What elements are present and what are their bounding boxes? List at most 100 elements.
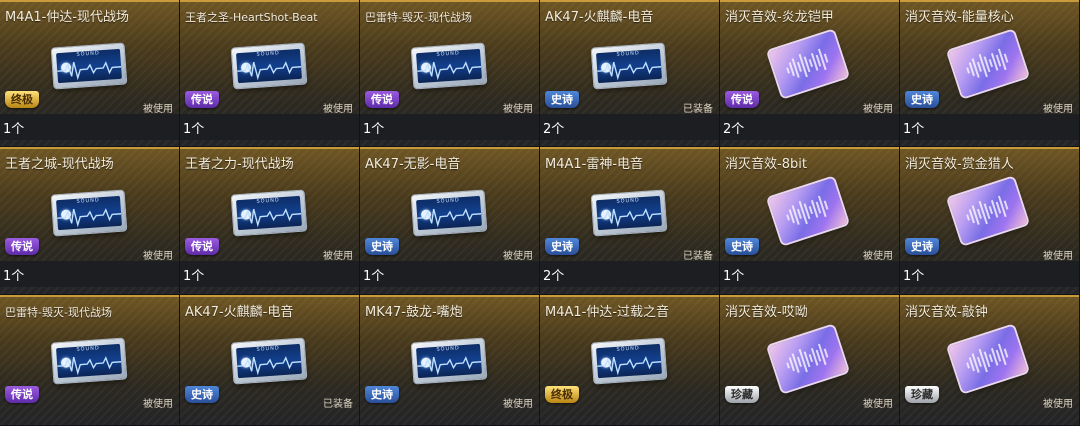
quantity-label: 1个 [363, 269, 385, 284]
sound-ticket-icon: SOUND [411, 338, 487, 384]
sound-ticket-icon: SOUND [591, 338, 667, 384]
rarity-badge: 珍藏 [905, 386, 939, 403]
item-card[interactable]: 消灭音效-敲钟 珍藏被使用 [900, 295, 1079, 425]
waveform-icon [237, 61, 302, 81]
item-title: M4A1-仲达-现代战场 [5, 10, 130, 25]
equalizer-icon [786, 343, 829, 373]
item-title: AK47-火麒麟-电音 [545, 10, 654, 25]
status-label: 被使用 [503, 251, 533, 262]
item-card[interactable]: 王者之城-现代战场 SOUND 传说 被使用 1个 [0, 147, 179, 294]
sound-ticket-icon: SOUND [231, 43, 307, 89]
status-label: 被使用 [1043, 251, 1073, 262]
status-label: 被使用 [1043, 104, 1073, 115]
waveform-icon [417, 208, 482, 228]
item-card[interactable]: 巴雷特-毁灭-现代战场 SOUND 传说 被使用 [0, 295, 179, 425]
status-label: 被使用 [863, 251, 893, 262]
waveform-icon [237, 208, 302, 228]
item-card[interactable]: 消灭音效-8bit 史诗被使用 1个 [720, 147, 899, 294]
rarity-badge: 史诗 [905, 238, 939, 255]
item-title: 巴雷特-毁灭-现代战场 [365, 11, 472, 24]
item-title: 消灭音效-能量核心 [905, 10, 1014, 25]
item-card[interactable]: 王者之力-现代战场 SOUND 传说 被使用 1个 [180, 147, 359, 294]
quantity-bar: 1个 [0, 261, 179, 287]
rarity-badge: 史诗 [905, 91, 939, 108]
status-label: 被使用 [143, 104, 173, 115]
quantity-label: 1个 [363, 122, 385, 137]
item-card[interactable]: AK47-火麒麟-电音 SOUND 史诗 已装备 2个 [540, 0, 719, 146]
item-card[interactable]: 消灭音效-炎龙铠甲 传说 被使用 2个 [720, 0, 899, 146]
item-card[interactable]: M4A1-仲达-过载之音 SOUND 终极 [540, 295, 719, 425]
sound-ticket-icon: SOUND [231, 338, 307, 384]
item-title: 王者之力-现代战场 [185, 157, 294, 172]
quantity-bar: 1个 [900, 114, 1079, 140]
status-label: 被使用 [863, 399, 893, 410]
equalizer-icon [966, 48, 1009, 78]
rarity-badge: 史诗 [725, 238, 759, 255]
status-label: 已装备 [323, 399, 353, 410]
quantity-label: 2个 [543, 122, 565, 137]
quantity-bar: 1个 [900, 261, 1079, 287]
holo-sound-card-icon [948, 325, 1028, 393]
rarity-badge: 珍藏 [725, 386, 759, 403]
waveform-icon [57, 208, 122, 228]
holo-sound-card-icon [768, 177, 848, 245]
quantity-bar: 1个 [360, 261, 539, 287]
quantity-label: 1个 [3, 122, 25, 137]
inventory-grid: M4A1-仲达-现代战场 SOUND 终极 被使用 1个 王者之圣-HeartShot-B… [0, 0, 1080, 426]
sound-ticket-icon: SOUND [591, 43, 667, 89]
quantity-bar: 1个 [360, 114, 539, 140]
sound-ticket-icon: SOUND [231, 190, 307, 236]
item-card[interactable]: 消灭音效-能量核心 史诗被使用 1个 [900, 0, 1079, 146]
item-title: AK47-无影-电音 [365, 157, 461, 172]
status-label: 被使用 [1043, 399, 1073, 410]
rarity-badge: 传说 [725, 91, 759, 108]
quantity-bar: 1个 [180, 261, 359, 287]
item-title: 消灭音效-8bit [725, 157, 807, 172]
quantity-bar: 2个 [540, 114, 719, 140]
item-card[interactable]: 消灭音效-哎呦 珍藏被使用 [720, 295, 899, 425]
rarity-badge: 史诗 [365, 386, 399, 403]
item-title: AK47-火麒麟-电音 [185, 305, 294, 320]
sound-ticket-icon: SOUND [591, 190, 667, 236]
equalizer-icon [786, 48, 829, 78]
quantity-label: 1个 [3, 269, 25, 284]
quantity-label: 1个 [903, 122, 925, 137]
rarity-badge: 终极 [545, 386, 579, 403]
waveform-icon [597, 356, 662, 376]
holo-sound-card-icon [768, 30, 848, 98]
sound-ticket-icon: SOUND [411, 43, 487, 89]
sound-ticket-icon: SOUND [51, 43, 127, 89]
item-title: 消灭音效-哎呦 [725, 305, 808, 320]
holo-sound-card-icon [948, 177, 1028, 245]
quantity-bar: 1个 [180, 114, 359, 140]
quantity-label: 1个 [723, 269, 745, 284]
item-title: 消灭音效-敲钟 [905, 305, 988, 320]
quantity-bar: 1个 [0, 114, 179, 140]
waveform-icon [417, 356, 482, 376]
quantity-bar: 2个 [720, 114, 899, 140]
item-card[interactable]: 巴雷特-毁灭-现代战场 SOUND 传说 被使用 1个 [360, 0, 539, 146]
sound-ticket-icon: SOUND [411, 190, 487, 236]
quantity-bar: 2个 [540, 261, 719, 287]
item-title: 王者之圣-HeartShot-Beat [185, 11, 318, 24]
holo-sound-card-icon [768, 325, 848, 393]
item-card[interactable]: 王者之圣-HeartShot-Beat SOUND 传说 被使用 1个 [180, 0, 359, 146]
item-card[interactable]: 消灭音效-赏金猎人 史诗 被使用 1个 [900, 147, 1079, 294]
item-title: M4A1-雷神-电音 [545, 157, 644, 172]
rarity-badge: 终极 [5, 91, 39, 108]
item-title: 巴雷特-毁灭-现代战场 [5, 306, 112, 319]
item-card[interactable]: M4A1-雷神-电音 SOUND 史诗 已装备 2个 [540, 147, 719, 294]
status-label: 被使用 [143, 399, 173, 410]
rarity-badge: 传说 [5, 238, 39, 255]
item-card[interactable]: AK47-无影-电音 SOUND 史诗 被使用 1个 [360, 147, 539, 294]
rarity-badge: 传说 [5, 386, 39, 403]
rarity-badge: 传说 [185, 91, 219, 108]
quantity-label: 1个 [183, 269, 205, 284]
status-label: 已装备 [683, 251, 713, 262]
quantity-bar: 1个 [720, 261, 899, 287]
item-card[interactable]: AK47-火麒麟-电音 SOUND 史诗 已装备 [180, 295, 359, 425]
item-card[interactable]: M4A1-仲达-现代战场 SOUND 终极被使用 1个 [0, 0, 179, 146]
status-label: 已装备 [683, 104, 713, 115]
item-card[interactable]: MK47-鼓龙-嘴炮 SOUND 史诗 被使用 [360, 295, 539, 425]
status-label: 被使用 [503, 399, 533, 410]
